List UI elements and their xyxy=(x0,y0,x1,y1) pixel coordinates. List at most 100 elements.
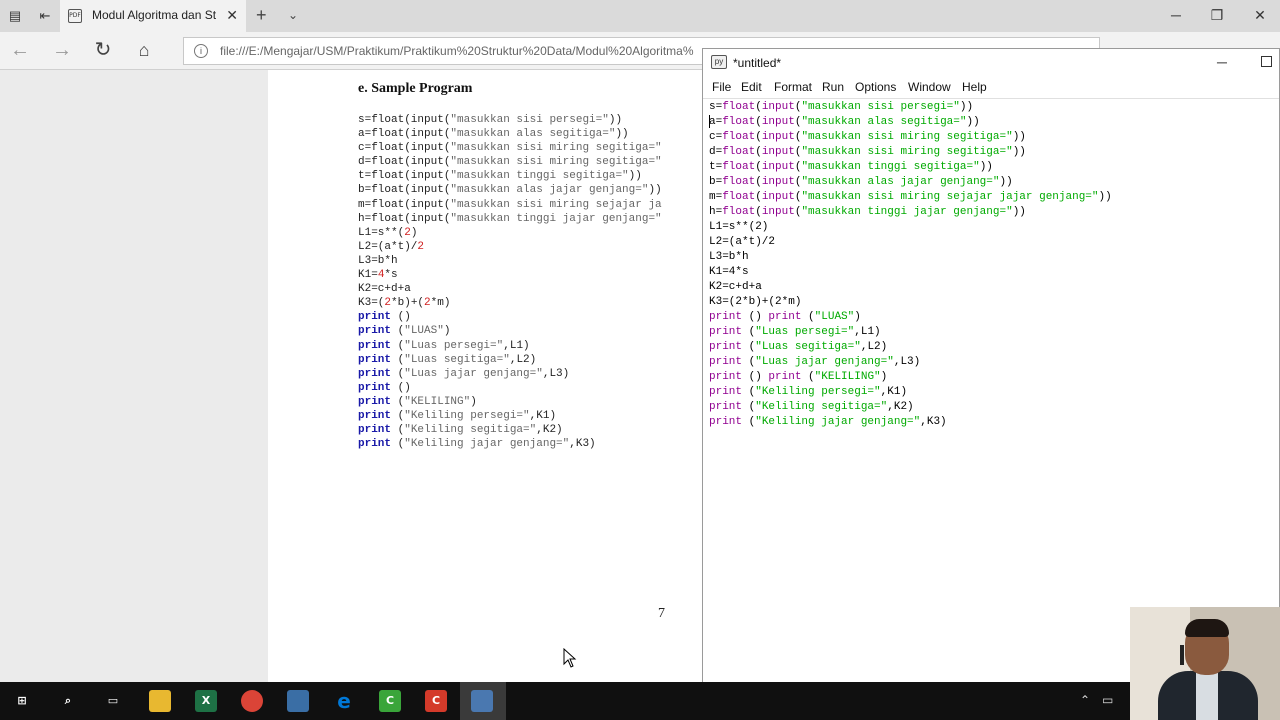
pdf-code-token: "masukkan tinggi jajar genjang=" xyxy=(450,212,662,225)
home-icon[interactable]: ⌂ xyxy=(132,40,156,60)
idle-code-line: K3=(2*b)+(2*m) xyxy=(709,295,1112,310)
camtasia-green-icon[interactable]: C xyxy=(379,690,401,712)
menu-item-run[interactable]: Run xyxy=(822,80,844,94)
pdf-code-token: ,K2) xyxy=(536,424,563,437)
pdf-code-line: K1=4*s xyxy=(358,268,738,282)
new-tab-icon[interactable]: + xyxy=(256,5,267,26)
tray-chevron-up-icon[interactable]: ⌃ xyxy=(1080,693,1090,707)
idle-code-token: ( xyxy=(755,146,762,158)
browser-tab[interactable]: PDF Modul Algoritma dan St ✕ xyxy=(60,0,246,32)
pdf-code-token: "Keliling segitiga=" xyxy=(404,424,537,437)
idle-code-token: )) xyxy=(1012,146,1026,158)
info-icon[interactable]: i xyxy=(194,44,208,58)
idle-code-token: h= xyxy=(709,206,723,218)
pdf-code-token: ( xyxy=(391,325,405,338)
idle-code-token: input xyxy=(761,101,795,113)
pdf-code-token: ( xyxy=(391,424,405,437)
pdf-code-token: ( xyxy=(391,409,405,422)
refresh-icon[interactable]: ↻ xyxy=(91,40,115,60)
pdf-code-token: ( xyxy=(391,395,405,408)
pdf-code-token: K2=c+d+a xyxy=(358,283,411,296)
start-icon[interactable]: ⊞ xyxy=(11,690,33,712)
idle-maximize-icon[interactable] xyxy=(1261,56,1272,67)
pdf-code-token: "KELILING" xyxy=(404,395,471,408)
idle-code-token: print xyxy=(709,356,743,368)
idle-code-token: "Keliling persegi=" xyxy=(755,386,881,398)
task-view-icon[interactable]: ▭ xyxy=(102,690,124,712)
chrome-icon[interactable] xyxy=(241,690,263,712)
menu-item-window[interactable]: Window xyxy=(908,80,951,94)
idle-code-line: print () print ("KELILING") xyxy=(709,370,1112,385)
idle-editor-icon[interactable] xyxy=(471,690,493,712)
browser-tab-bar: ▤ ⇤ PDF Modul Algoritma dan St ✕ + ⌄ ─ ❐… xyxy=(0,0,1280,32)
menu-item-options[interactable]: Options xyxy=(855,80,896,94)
idle-code-token: float xyxy=(722,116,756,128)
pdf-code-token: print xyxy=(358,353,392,366)
tray-network-icon[interactable]: ▭ xyxy=(1102,693,1113,707)
idle-code-token: float xyxy=(722,191,756,203)
pdf-code-token: "masukkan sisi miring sejajar ja xyxy=(450,198,662,211)
pdf-code-token: 2 xyxy=(404,226,411,239)
idle-menu-bar: File Edit Format Run Options Window Help xyxy=(703,77,1279,97)
pdf-code-token: K3=( xyxy=(358,297,385,310)
idle-code-token: L3=b*h xyxy=(709,251,749,263)
menu-item-file[interactable]: File xyxy=(712,80,731,94)
pdf-code-token: *m) xyxy=(430,297,451,310)
idle-code-line: s=float(input("masukkan sisi persegi=")) xyxy=(709,100,1112,115)
idle-code-token: ,L1) xyxy=(854,326,881,338)
idle-code-token: ( xyxy=(801,311,815,323)
restore-icon[interactable]: ❐ xyxy=(1207,7,1227,24)
idle-code-token: K2=c+d+a xyxy=(709,281,762,293)
idle-code-line: print ("Keliling jajar genjang=",K3) xyxy=(709,415,1112,430)
idle-code-line: print ("Keliling persegi=",K1) xyxy=(709,385,1112,400)
idle-code-line: print ("Keliling segitiga=",K2) xyxy=(709,400,1112,415)
close-tab-icon[interactable]: ✕ xyxy=(226,7,238,24)
pdf-code-token: print xyxy=(358,409,392,422)
menu-item-help[interactable]: Help xyxy=(962,80,987,94)
search-icon[interactable]: ⌕ xyxy=(57,690,79,712)
idle-minimize-icon[interactable]: ─ xyxy=(1217,54,1227,70)
menu-item-edit[interactable]: Edit xyxy=(741,80,762,94)
pdf-code-line: print ("LUAS") xyxy=(358,324,738,338)
idle-code-token: ) xyxy=(854,311,861,323)
edge-icon[interactable]: e xyxy=(333,690,355,712)
python-icon[interactable] xyxy=(287,690,309,712)
pdf-code-token: print xyxy=(358,381,392,394)
idle-editor-area[interactable]: s=float(input("masukkan sisi persegi="))… xyxy=(703,98,1279,688)
headset-mic xyxy=(1180,645,1184,665)
idle-code-token: input xyxy=(761,146,795,158)
set-aside-tabs-icon[interactable]: ⇤ xyxy=(36,7,54,25)
pdf-code-token: L3=b*h xyxy=(358,254,398,267)
python-file-icon: py xyxy=(711,55,727,69)
pdf-code-line: print ("Keliling jajar genjang=",K3) xyxy=(358,437,738,451)
idle-code-token: input xyxy=(761,206,795,218)
pdf-code-token: *s xyxy=(384,269,398,282)
minimize-icon[interactable]: ─ xyxy=(1166,7,1186,23)
idle-code-token: ( xyxy=(742,356,756,368)
idle-code-token: "masukkan sisi miring segitiga=" xyxy=(801,131,1013,143)
forward-arrow-icon[interactable]: → xyxy=(50,40,74,60)
pdf-code-token: print xyxy=(358,367,392,380)
pdf-code-token: b=float(input( xyxy=(358,184,451,197)
pdf-code-line: L2=(a*t)/2 xyxy=(358,240,738,254)
pdf-code-line: print ("Luas jajar genjang=",L3) xyxy=(358,367,738,381)
pdf-code-line: print ("Keliling persegi=",K1) xyxy=(358,409,738,423)
idle-code-token: s= xyxy=(709,101,723,113)
menu-item-format[interactable]: Format xyxy=(774,80,812,94)
idle-code-token: ( xyxy=(801,371,815,383)
chevron-down-icon[interactable]: ⌄ xyxy=(288,8,298,22)
idle-code-token: "masukkan sisi persegi=" xyxy=(801,101,960,113)
file-explorer-icon[interactable] xyxy=(149,690,171,712)
close-window-icon[interactable]: ✕ xyxy=(1250,7,1270,24)
idle-code-token: print xyxy=(709,341,743,353)
tab-preview-icon[interactable]: ▤ xyxy=(6,7,24,25)
idle-editor-window: py *untitled* ─ File Edit Format Run Options… xyxy=(702,48,1280,688)
excel-icon[interactable]: X xyxy=(195,690,217,712)
pdf-code-token: ) xyxy=(410,226,418,239)
pdf-code-token: ( xyxy=(391,438,405,451)
back-arrow-icon[interactable]: ← xyxy=(8,40,32,60)
idle-code-line: d=float(input("masukkan sisi miring segi… xyxy=(709,145,1112,160)
idle-code-token: float xyxy=(722,146,756,158)
idle-code-token: ( xyxy=(755,206,762,218)
camtasia-red-icon[interactable]: C xyxy=(425,690,447,712)
